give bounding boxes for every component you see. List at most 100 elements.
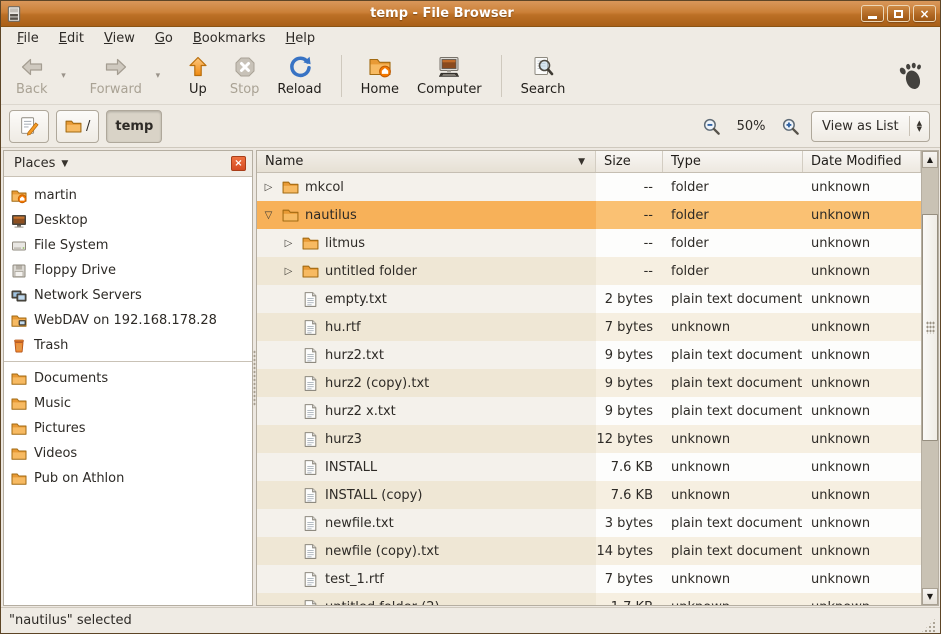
sidebar-item-floppy-drive[interactable]: Floppy Drive — [4, 258, 252, 283]
file-icon — [302, 599, 319, 606]
list-row[interactable]: newfile.txt3 bytesplain text documentunk… — [257, 509, 921, 537]
list-row[interactable]: ▷mkcol--folderunknown — [257, 173, 921, 201]
cell-date: unknown — [803, 285, 921, 313]
sidebar-item-music[interactable]: Music — [4, 391, 252, 416]
column-header-type[interactable]: Type — [663, 151, 803, 172]
places-header[interactable]: Places ▼ × — [4, 151, 252, 177]
scrollbar-up-button[interactable]: ▲ — [922, 151, 938, 168]
list-row[interactable]: INSTALL (copy)7.6 KBunknownunknown — [257, 481, 921, 509]
gnome-foot-icon — [896, 61, 926, 91]
sidebar-item-desktop[interactable]: Desktop — [4, 208, 252, 233]
cell-size: 9 bytes — [596, 369, 663, 397]
file-name: hurz3 — [325, 432, 362, 447]
cell-date: unknown — [803, 537, 921, 565]
minimize-button[interactable] — [861, 5, 884, 22]
resize-grip[interactable] — [921, 618, 936, 633]
list-row[interactable]: INSTALL7.6 KBunknownunknown — [257, 453, 921, 481]
computer-button[interactable]: Computer — [408, 51, 491, 101]
folder-icon — [282, 179, 299, 196]
cell-size: 12 bytes — [596, 425, 663, 453]
drive-icon — [11, 238, 27, 254]
folder-icon — [11, 471, 27, 487]
zoom-in-button[interactable] — [781, 117, 800, 136]
cell-type: folder — [663, 201, 803, 229]
zoom-out-button[interactable] — [702, 117, 721, 136]
list-row[interactable]: hurz2 (copy).txt9 bytesplain text docume… — [257, 369, 921, 397]
list-row[interactable]: test_1.rtf7 bytesunknownunknown — [257, 565, 921, 593]
cell-name: ▽nautilus — [257, 201, 596, 229]
list-row[interactable]: ▷litmus--folderunknown — [257, 229, 921, 257]
cell-type: folder — [663, 173, 803, 201]
cell-date: unknown — [803, 593, 921, 605]
sidebar-item-file-system[interactable]: File System — [4, 233, 252, 258]
root-folder-button[interactable]: / — [56, 110, 99, 143]
back-icon — [20, 55, 44, 79]
cell-size: 2 bytes — [596, 285, 663, 313]
expander-icon[interactable]: ▷ — [261, 182, 276, 193]
list-row[interactable]: hurz2 x.txt9 bytesplain text documentunk… — [257, 397, 921, 425]
titlebar[interactable]: temp - File Browser × — [1, 1, 940, 27]
scrollbar-thumb[interactable] — [922, 214, 938, 441]
current-folder-button[interactable]: temp — [106, 110, 162, 143]
pane-resize-handle[interactable] — [253, 150, 256, 606]
floppy-icon — [11, 263, 27, 279]
sidebar-item-pub-on-athlon[interactable]: Pub on Athlon — [4, 466, 252, 491]
reload-label: Reload — [277, 82, 321, 97]
search-button[interactable]: Search — [512, 51, 575, 101]
scrollbar-track[interactable] — [922, 168, 938, 588]
sidebar-close-button[interactable]: × — [231, 156, 246, 171]
view-mode-select[interactable]: View as List ▲▼ — [811, 111, 930, 142]
cell-name: hurz3 — [257, 425, 596, 453]
cell-date: unknown — [803, 509, 921, 537]
cell-name: hurz2 (copy).txt — [257, 369, 596, 397]
list-row[interactable]: ▷untitled folder--folderunknown — [257, 257, 921, 285]
scrollbar-down-button[interactable]: ▼ — [922, 588, 938, 605]
folder-icon — [11, 371, 27, 387]
expander-icon[interactable]: ▷ — [281, 266, 296, 277]
sidebar-item-videos[interactable]: Videos — [4, 441, 252, 466]
cell-type: unknown — [663, 425, 803, 453]
sidebar-item-pictures[interactable]: Pictures — [4, 416, 252, 441]
forward-button: Forward — [81, 51, 151, 101]
list-row[interactable]: ▽nautilus--folderunknown — [257, 201, 921, 229]
list-row[interactable]: hurz312 bytesunknownunknown — [257, 425, 921, 453]
menu-edit[interactable]: Edit — [51, 29, 92, 48]
sidebar-item-martin[interactable]: martin — [4, 183, 252, 208]
up-button[interactable]: Up — [175, 51, 221, 101]
vertical-scrollbar[interactable]: ▲ ▼ — [921, 151, 938, 605]
sidebar-item-trash[interactable]: Trash — [4, 333, 252, 358]
folder-icon — [302, 263, 319, 280]
stop-button: Stop — [221, 51, 269, 101]
sidebar-item-webdav-on-192-168-178-28[interactable]: WebDAV on 192.168.178.28 — [4, 308, 252, 333]
menu-bookmarks[interactable]: Bookmarks — [185, 29, 274, 48]
file-cabinet-icon — [5, 5, 23, 23]
close-button[interactable]: × — [913, 5, 936, 22]
expander-icon[interactable]: ▽ — [261, 210, 276, 221]
column-header-date[interactable]: Date Modified — [803, 151, 921, 172]
column-header-size[interactable]: Size — [596, 151, 663, 172]
menu-file[interactable]: File — [9, 29, 47, 48]
list-row[interactable]: hu.rtf7 bytesunknownunknown — [257, 313, 921, 341]
list-row[interactable]: untitled folder (2)1.7 KBunknownunknown — [257, 593, 921, 605]
toggle-location-entry-button[interactable] — [9, 110, 49, 143]
expander-icon[interactable]: ▷ — [281, 238, 296, 249]
file-name: test_1.rtf — [325, 572, 384, 587]
file-name: untitled folder — [325, 264, 417, 279]
sidebar-item-network-servers[interactable]: Network Servers — [4, 283, 252, 308]
list-row[interactable]: empty.txt2 bytesplain text documentunkno… — [257, 285, 921, 313]
chevron-down-icon: ▼ — [61, 159, 68, 169]
reload-button[interactable]: Reload — [268, 51, 330, 101]
home-button[interactable]: Home — [352, 51, 408, 101]
maximize-button[interactable] — [887, 5, 910, 22]
places-sidebar: Places ▼ × martinDesktopFile SystemFlopp… — [3, 150, 253, 606]
sidebar-item-label: Network Servers — [34, 288, 142, 303]
menu-go[interactable]: Go — [147, 29, 181, 48]
list-row[interactable]: newfile (copy).txt14 bytesplain text doc… — [257, 537, 921, 565]
menu-view[interactable]: View — [96, 29, 143, 48]
file-icon — [302, 571, 319, 588]
menu-help[interactable]: Help — [278, 29, 324, 48]
list-row[interactable]: hurz2.txt9 bytesplain text documentunkno… — [257, 341, 921, 369]
column-header-name[interactable]: Name▼ — [257, 151, 596, 172]
cell-size: -- — [596, 173, 663, 201]
sidebar-item-documents[interactable]: Documents — [4, 366, 252, 391]
